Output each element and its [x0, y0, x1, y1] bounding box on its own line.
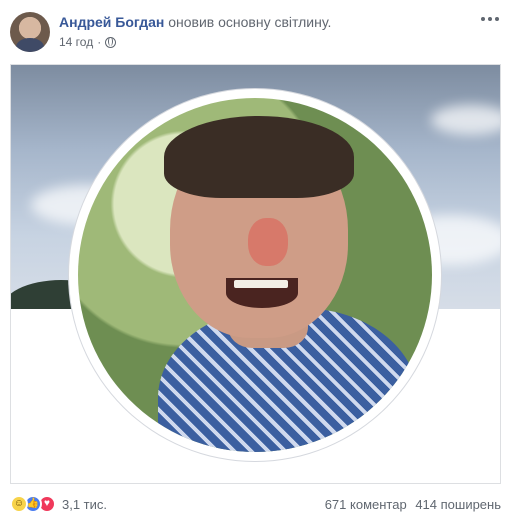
meta-separator: · [97, 35, 102, 49]
post-header: Андрей Богдан оновив основну світлину. 1… [10, 12, 501, 54]
author-avatar[interactable] [10, 12, 50, 52]
haha-icon: ☺ [10, 495, 28, 513]
post-action-text: оновив основну світлину. [168, 14, 332, 30]
profile-photo[interactable] [78, 98, 432, 452]
post-meta: 14 год · [59, 35, 117, 49]
reaction-count[interactable]: 3,1 тис. [62, 497, 107, 512]
comments-count[interactable]: 671 коментар [325, 497, 407, 512]
more-options-icon[interactable] [481, 14, 499, 24]
post-timestamp[interactable]: 14 год [59, 35, 93, 49]
shares-count[interactable]: 414 поширень [415, 497, 501, 512]
post-footer: ☺ 👍 ♥ 3,1 тис. 671 коментар 414 поширень [10, 492, 501, 516]
reactions-summary[interactable]: ☺ 👍 ♥ 3,1 тис. [10, 495, 107, 513]
globe-icon[interactable] [105, 36, 117, 48]
post-headline: Андрей Богдан оновив основну світлину. [59, 13, 331, 31]
post-stats: 671 коментар 414 поширень [320, 497, 501, 512]
author-name-link[interactable]: Андрей Богдан [59, 14, 164, 30]
